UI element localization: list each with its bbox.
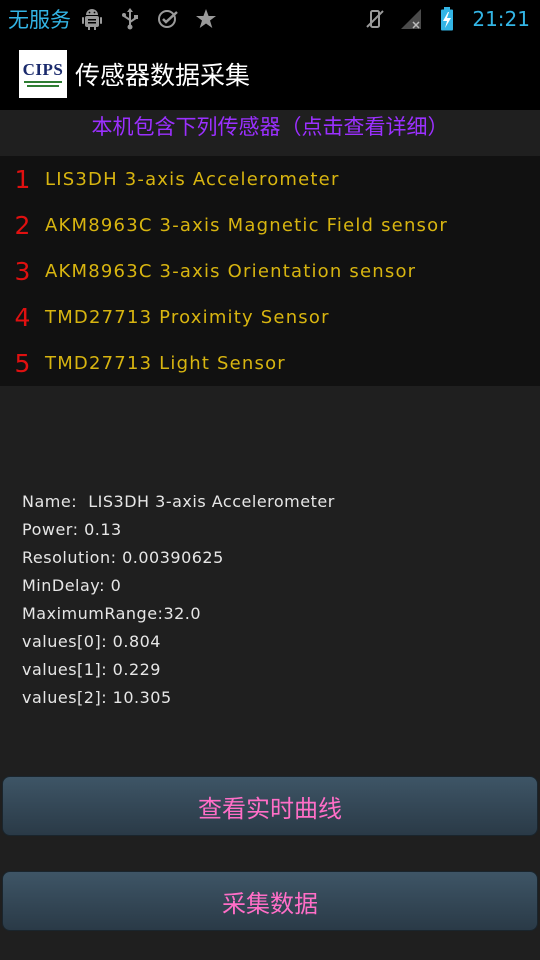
sensor-list-item[interactable]: 4 TMD27713 Proximity Sensor bbox=[0, 294, 540, 340]
logo-stripe bbox=[27, 85, 59, 87]
vibrate-muted-icon bbox=[364, 8, 386, 30]
sensor-details: Name: LIS3DH 3-axis Accelerometer Power:… bbox=[22, 488, 522, 712]
collect-data-button[interactable]: 采集数据 bbox=[2, 871, 538, 931]
app-logo: CIPS bbox=[19, 50, 67, 98]
app-title: 传感器数据采集 bbox=[75, 61, 251, 90]
android-debug-icon bbox=[81, 8, 103, 30]
sensor-index: 4 bbox=[14, 302, 31, 332]
detail-min-delay: MinDelay: 0 bbox=[22, 576, 122, 595]
detail-value-0: values[0]: 0.804 bbox=[22, 632, 161, 651]
sensor-name: TMD27713 Proximity Sensor bbox=[45, 306, 330, 328]
sensor-list-item[interactable]: 2 AKM8963C 3-axis Magnetic Field sensor bbox=[0, 202, 540, 248]
logo-stripe bbox=[24, 81, 62, 83]
usb-icon bbox=[119, 8, 141, 30]
no-signal-icon bbox=[400, 8, 422, 30]
sensor-list-prompt: 本机包含下列传感器（点击查看详细） bbox=[0, 110, 540, 156]
sensor-name: TMD27713 Light Sensor bbox=[45, 352, 286, 374]
detail-resolution: Resolution: 0.00390625 bbox=[22, 548, 224, 567]
sensor-list-item[interactable]: 5 TMD27713 Light Sensor bbox=[0, 340, 540, 386]
detail-max-range: MaximumRange:32.0 bbox=[22, 604, 202, 623]
sensor-index: 1 bbox=[14, 164, 31, 194]
sync-check-icon bbox=[157, 8, 179, 30]
detail-name: Name: LIS3DH 3-axis Accelerometer bbox=[22, 492, 335, 511]
status-clock: 21:21 bbox=[472, 7, 530, 31]
view-realtime-curve-button[interactable]: 查看实时曲线 bbox=[2, 776, 538, 836]
sensor-index: 2 bbox=[14, 210, 31, 240]
sensor-name: AKM8963C 3-axis Magnetic Field sensor bbox=[45, 214, 448, 236]
notification-icons bbox=[81, 8, 217, 30]
carrier-label: 无服务 bbox=[8, 8, 71, 32]
logo-text: CIPS bbox=[22, 60, 64, 79]
detail-power: Power: 0.13 bbox=[22, 520, 122, 539]
sensor-index: 3 bbox=[14, 256, 31, 286]
sensor-list-item[interactable]: 3 AKM8963C 3-axis Orientation sensor bbox=[0, 248, 540, 294]
star-icon bbox=[195, 8, 217, 30]
sensor-list-item[interactable]: 1 LIS3DH 3-axis Accelerometer bbox=[0, 156, 540, 202]
sensor-name: AKM8963C 3-axis Orientation sensor bbox=[45, 260, 417, 282]
system-icons: 21:21 bbox=[364, 7, 530, 31]
status-bar: 无服务 21:21 bbox=[0, 0, 540, 38]
detail-value-2: values[2]: 10.305 bbox=[22, 688, 172, 707]
sensor-index: 5 bbox=[14, 348, 31, 378]
action-bar: CIPS 传感器数据采集 bbox=[0, 38, 540, 110]
sensor-name: LIS3DH 3-axis Accelerometer bbox=[45, 168, 340, 190]
detail-value-1: values[1]: 0.229 bbox=[22, 660, 161, 679]
battery-charging-icon bbox=[436, 7, 458, 31]
sensor-list: 1 LIS3DH 3-axis Accelerometer 2 AKM8963C… bbox=[0, 156, 540, 386]
